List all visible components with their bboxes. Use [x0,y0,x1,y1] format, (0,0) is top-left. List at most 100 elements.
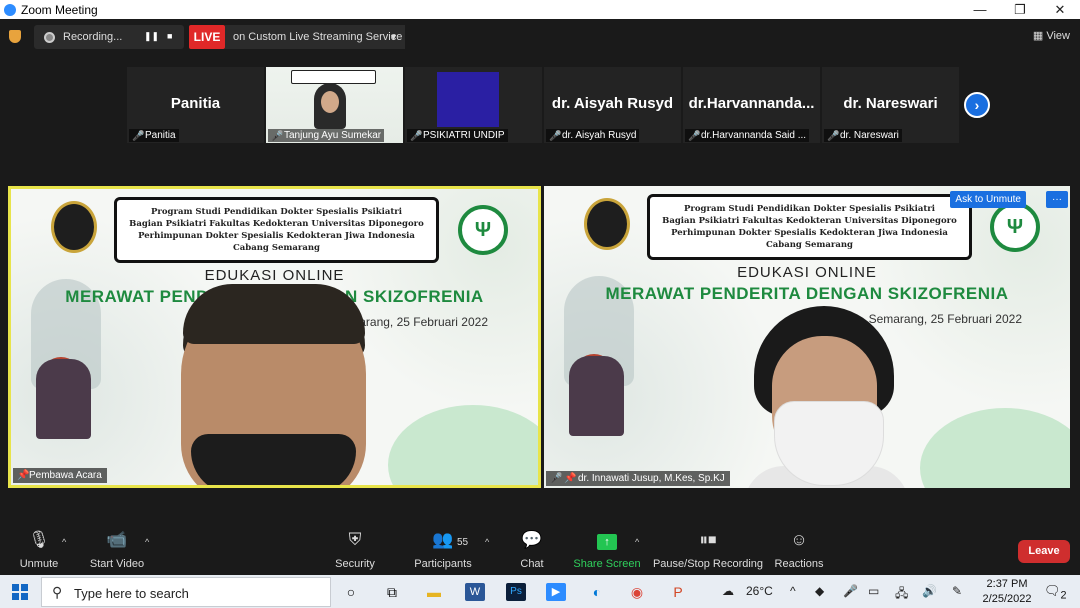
audio-options-caret-icon[interactable]: ^ [62,537,66,547]
slide-illustration [36,359,91,439]
tray-chevron-up-icon[interactable]: ^ [790,584,796,598]
cortana-icon[interactable]: ○ [341,583,361,601]
slide-header-line: Program Studi Pendidikan Dokter Spesiali… [683,204,935,214]
volume-icon[interactable]: 🔊 [922,584,937,598]
restore-button[interactable]: ❐ [1000,0,1040,19]
participant-tile[interactable]: Panitia 🎤 Panitia [127,67,264,143]
encryption-shield-icon[interactable] [9,30,21,43]
word-icon[interactable]: W [465,583,485,601]
network-icon[interactable]: 🖧 [895,584,908,605]
participant-tile[interactable]: 🎤 PSIKIATRI UNDIP [405,67,542,143]
chrome-icon[interactable]: ◉ [627,583,647,601]
slide-subtitle: EDUKASI ONLINE [737,264,877,281]
shield-icon: ⛨ [348,530,362,549]
unmute-label: Unmute [19,558,59,570]
slide-header-line: Bagian Psikiatri Fakultas Kedokteran Uni… [662,216,957,226]
live-service-dropdown[interactable]: on Custom Live Streaming Service ▼ [225,25,405,49]
reactions-label: Reactions [774,558,824,570]
gallery-strip: Panitia 🎤 Panitia 🎤 Tanjung Ayu Sumekar 🎤 P… [127,67,959,143]
live-service-label: on Custom Live Streaming Service [233,31,403,43]
participant-display-name: dr. Nareswari [843,95,938,112]
participant-face [321,91,339,113]
pause-stop-icon: ⏸⏹ [699,530,717,549]
ask-to-unmute-button[interactable]: Ask to Unmute [950,191,1026,208]
video-options-caret-icon[interactable]: ^ [145,537,149,547]
windows-taskbar: ⚲ Type here to search ○ ⧉ ▬ W Ps ▶ ◐ ◉ P… [0,575,1080,608]
weather-icon[interactable]: ☁ [722,584,734,598]
slide-thumbnail [291,70,376,84]
participant-name-label: 🎤 dr. Nareswari [824,129,902,142]
minimize-button[interactable]: — [960,0,1000,19]
window-title: Zoom Meeting [21,2,98,17]
video-name-label: 📌 Pembawa Acara [13,468,107,483]
video-name-label: 🎤 📌 dr. Innawati Jusup, M.Kes, Sp.KJ [546,471,730,486]
university-logo [51,201,97,253]
slide-date: Semarang, 25 Februari 2022 [868,312,1022,326]
reactions-button[interactable]: ☺ Reactions [754,529,844,570]
pin-icon: 📌 [564,473,577,484]
pen-icon[interactable]: ✎ [952,584,962,598]
video-tile-right[interactable]: Ψ Program Studi Pendidikan Dokter Spesia… [544,186,1070,488]
slide-title: MERAWAT PENDERITA DENGAN SKIZOFRENIA [605,284,1009,303]
pdskji-logo: Ψ [990,202,1040,252]
pdskji-logo: Ψ [458,205,508,255]
pause-recording-icon[interactable]: ❚❚ [144,31,159,42]
participants-button[interactable]: 👥 Participants [398,529,488,570]
muted-mic-icon: 🎤 [549,131,562,142]
chat-label: Chat [520,558,544,570]
meeting-toolbar: 🎙 Unmute ^ 📹 Start Video ^ ⛨ Security 👥 … [0,525,1080,575]
security-button[interactable]: ⛨ Security [310,529,400,570]
weather-temperature[interactable]: 26°C [746,584,773,598]
record-dot-icon [44,31,55,43]
start-video-button[interactable]: 📹 Start Video [72,529,162,570]
next-page-arrow-icon[interactable]: › [964,92,990,118]
participant-tile[interactable]: dr.Harvannanda... 🎤 dr.Harvannanda Said .… [683,67,820,143]
notification-center-icon[interactable]: 🗨2 [1044,583,1067,602]
leave-button[interactable]: Leave [1018,540,1070,563]
zoom-taskbar-icon[interactable]: ▶ [546,583,566,601]
microphone-tray-icon[interactable]: 🎤 [843,584,858,598]
view-button[interactable]: ▦ View [1033,29,1070,42]
edge-icon[interactable]: ◐ [587,583,607,601]
taskbar-clock[interactable]: 2:37 PM 2/25/2022 [982,577,1032,607]
video-tile-left[interactable]: Ψ Program Studi Pendidikan Dokter Spesia… [8,186,541,488]
close-button[interactable]: ✕ [1040,0,1080,19]
muted-mic-icon: 🎤 [827,131,840,142]
share-options-caret-icon[interactable]: ^ [635,537,639,547]
windows-start-icon[interactable] [12,584,28,600]
powerpoint-icon[interactable]: P [668,583,688,601]
clock-time: 2:37 PM [986,578,1028,590]
battery-icon[interactable]: ▭ [868,584,879,598]
slide-illustration [569,356,624,436]
slide-header-box: Program Studi Pendidikan Dokter Spesiali… [114,197,439,263]
university-logo [584,198,630,250]
participant-tile[interactable]: dr. Aisyah Rusyd 🎤 dr. Aisyah Rusyd [544,67,681,143]
task-view-icon[interactable]: ⧉ [382,583,402,601]
pause-stop-recording-button[interactable]: ⏸⏹ Pause/Stop Recording [650,529,766,570]
search-placeholder: Type here to search [74,586,189,601]
photoshop-icon[interactable]: Ps [506,583,526,601]
participant-display-name: dr.Harvannanda... [688,95,815,112]
taskbar-search-box[interactable]: ⚲ Type here to search [41,577,331,607]
recording-label: Recording... [63,31,123,43]
window-controls: — ❐ ✕ [960,0,1080,19]
muted-mic-icon: 🎤 [410,131,423,142]
share-screen-button[interactable]: ↑ Share Screen [562,529,652,570]
more-options-button[interactable]: ··· [1046,191,1068,208]
recording-indicator: Recording... ❚❚ ■ [34,25,184,49]
stop-recording-icon[interactable]: ■ [167,31,172,41]
participants-icon: 👥 [432,530,454,549]
chevron-down-icon: ▼ [389,32,398,42]
zoom-app-icon [4,3,16,16]
participant-name-label: 🎤 PSIKIATRI UNDIP [407,129,508,142]
tray-app-icon[interactable]: ◆ [815,584,824,598]
participant-tile[interactable]: dr. Nareswari 🎤 dr. Nareswari [822,67,959,143]
slide-header-line: Cabang Semarang [233,243,320,253]
slide-header-box: Program Studi Pendidikan Dokter Spesiali… [647,194,972,260]
slide-header-line: Perhimpunan Dokter Spesialis Kedokteran … [671,228,948,238]
clock-date: 2/25/2022 [982,593,1032,605]
live-badge[interactable]: LIVE [189,25,225,49]
file-explorer-icon[interactable]: ▬ [424,583,444,601]
participant-tile[interactable]: 🎤 Tanjung Ayu Sumekar [266,67,403,143]
muted-mic-icon: 🎤 [688,131,701,142]
